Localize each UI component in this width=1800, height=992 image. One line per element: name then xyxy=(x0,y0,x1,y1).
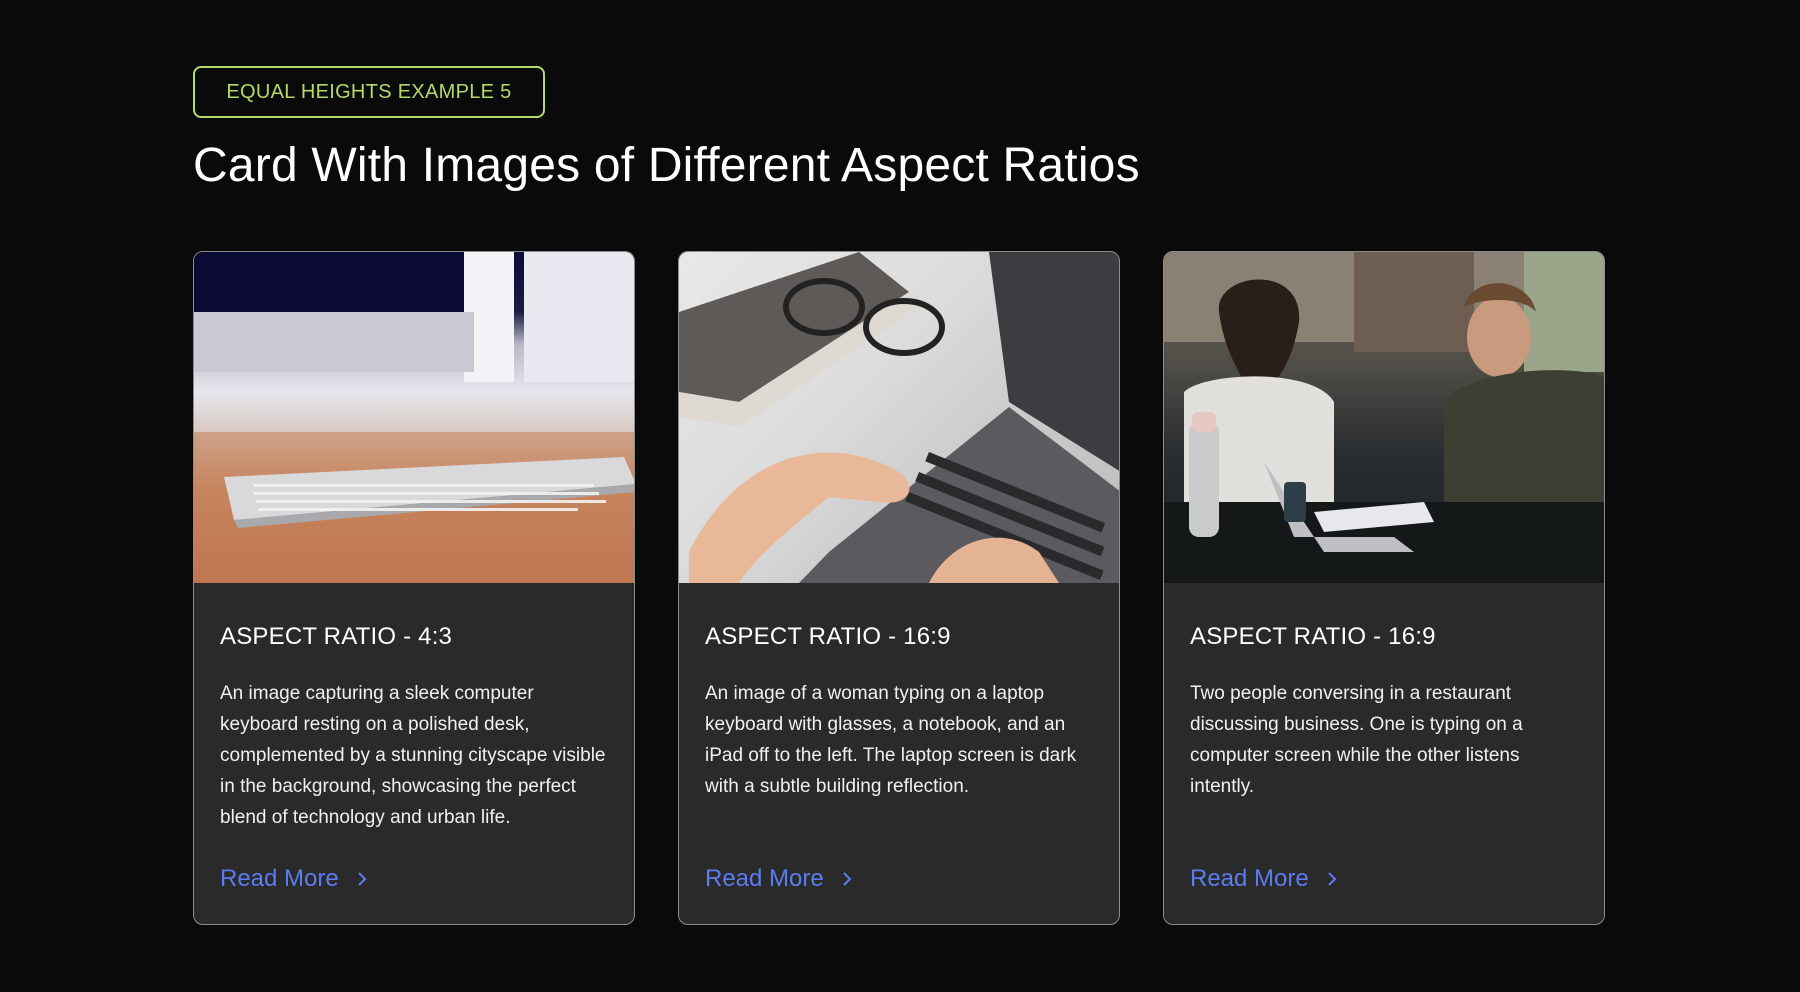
eyebrow-badge: EQUAL HEIGHTS EXAMPLE 5 xyxy=(193,66,545,118)
card-grid: ASPECT RATIO - 4:3 An image capturing a … xyxy=(193,251,1605,925)
page: EQUAL HEIGHTS EXAMPLE 5 Card With Images… xyxy=(0,0,1800,992)
read-more-label: Read More xyxy=(1190,865,1309,892)
card-image-restaurant xyxy=(1164,252,1604,583)
read-more-link[interactable]: Read More xyxy=(1190,865,1337,893)
card-description: Two people conversing in a restaurant di… xyxy=(1190,683,1523,797)
read-more-label: Read More xyxy=(220,865,339,892)
card-description: An image of a woman typing on a laptop k… xyxy=(705,683,1077,797)
chevron-right-icon xyxy=(357,871,367,887)
chevron-right-icon xyxy=(1327,871,1337,887)
card-body: ASPECT RATIO - 4:3 An image capturing a … xyxy=(194,583,634,833)
card-keyboard: ASPECT RATIO - 4:3 An image capturing a … xyxy=(193,251,635,925)
card-body: ASPECT RATIO - 16:9 An image of a woman … xyxy=(679,583,1119,802)
card-title: ASPECT RATIO - 4:3 xyxy=(220,623,453,650)
read-more-label: Read More xyxy=(705,865,824,892)
card-image-laptop xyxy=(679,252,1119,583)
card-image-keyboard xyxy=(194,252,634,583)
card-body: ASPECT RATIO - 16:9 Two people conversin… xyxy=(1164,583,1604,802)
eyebrow-label: EQUAL HEIGHTS EXAMPLE 5 xyxy=(226,80,512,103)
card-laptop: ASPECT RATIO - 16:9 An image of a woman … xyxy=(678,251,1120,925)
chevron-right-icon xyxy=(842,871,852,887)
card-restaurant: ASPECT RATIO - 16:9 Two people conversin… xyxy=(1163,251,1605,925)
restaurant-photo xyxy=(1164,252,1604,583)
laptop-photo xyxy=(679,252,1119,583)
page-title: Card With Images of Different Aspect Rat… xyxy=(193,139,1140,192)
read-more-link[interactable]: Read More xyxy=(220,865,367,893)
card-title: ASPECT RATIO - 16:9 xyxy=(1190,623,1436,650)
card-title: ASPECT RATIO - 16:9 xyxy=(705,623,951,650)
keyboard-photo xyxy=(194,252,634,583)
card-description: An image capturing a sleek computer keyb… xyxy=(220,683,606,828)
read-more-link[interactable]: Read More xyxy=(705,865,852,893)
